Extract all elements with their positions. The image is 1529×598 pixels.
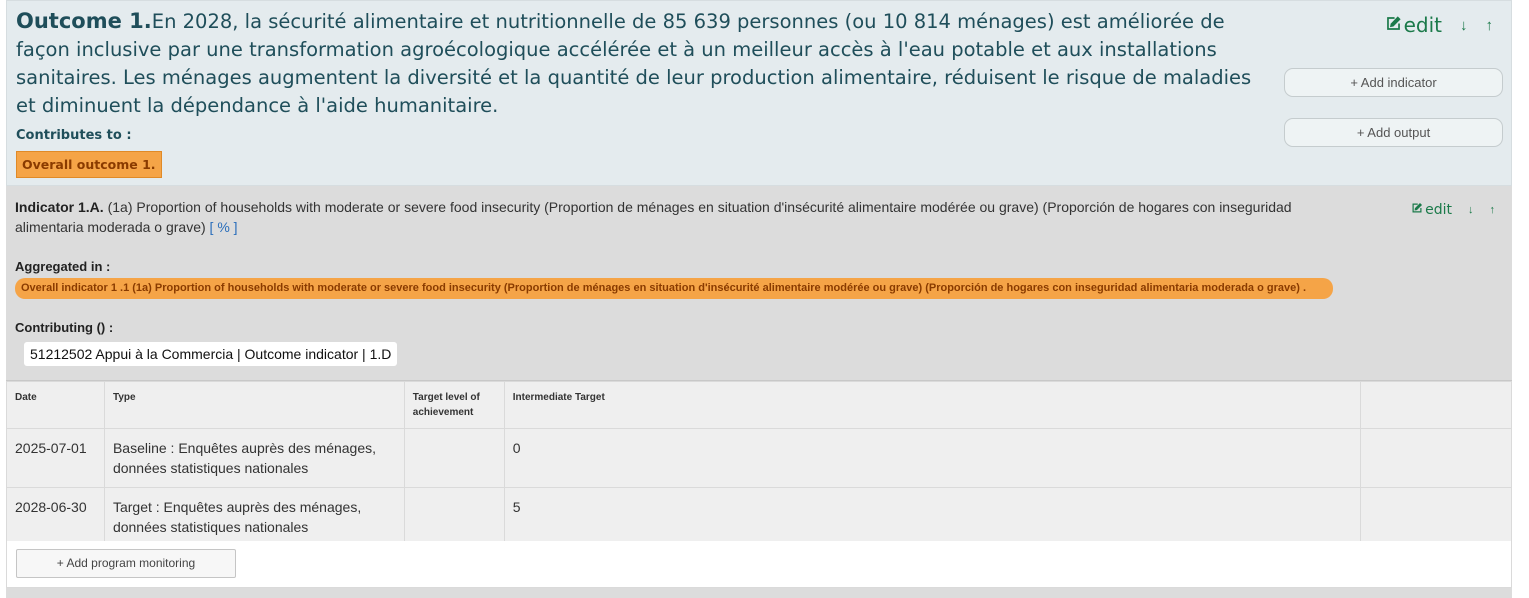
indicator-text: (1a) Proportion of households with moder…	[15, 199, 1292, 235]
table-row: 2025-07-01 Baseline : Enquêtes auprès de…	[6, 428, 1512, 488]
indicator-edit-label: edit	[1425, 202, 1452, 218]
move-down-icon[interactable]: ↓	[1468, 204, 1474, 216]
move-down-icon[interactable]: ↓	[1460, 17, 1468, 34]
row-intermediate-target: 5	[503, 487, 1362, 547]
table-header-row: Date Type Target level of achievement In…	[6, 381, 1512, 429]
indicator-panel: Indicator 1.A. (1a) Proportion of househ…	[6, 186, 1512, 381]
outcome-edit-label: edit	[1403, 13, 1442, 37]
column-header-extra	[1360, 381, 1512, 429]
row-type: Baseline : Enquêtes auprès des ménages, …	[103, 428, 405, 488]
monitoring-table: Date Type Target level of achievement In…	[6, 381, 1512, 547]
indicator-label: Indicator 1.A.	[15, 199, 104, 215]
contributes-to-label: Contributes to :	[16, 128, 132, 143]
indicator-actions: edit ↓ ↑	[1411, 202, 1495, 218]
indicator-unit: [ % ]	[209, 219, 238, 235]
row-extra	[1360, 428, 1512, 488]
add-output-button[interactable]: + Add output	[1284, 118, 1503, 147]
outcome-label: Outcome 1.	[16, 9, 152, 33]
add-indicator-button[interactable]: + Add indicator	[1284, 68, 1503, 97]
column-header-type: Type	[103, 381, 405, 429]
table-row: 2028-06-30 Target : Enquêtes auprès des …	[6, 487, 1512, 547]
column-header-intermediate-target: Intermediate Target	[503, 381, 1362, 429]
row-target-level	[403, 487, 505, 547]
contributing-label: Contributing () :	[15, 320, 114, 335]
add-program-monitoring-button[interactable]: + Add program monitoring	[16, 549, 236, 578]
indicator-edit-button[interactable]: edit	[1411, 202, 1452, 218]
row-intermediate-target: 0	[503, 428, 1362, 488]
outcome-actions: edit ↓ ↑	[1385, 13, 1493, 37]
outcome-text: En 2028, la sécurité alimentaire et nutr…	[16, 10, 1252, 117]
add-monitoring-row: + Add program monitoring	[6, 541, 1512, 588]
move-up-icon[interactable]: ↑	[1486, 17, 1494, 34]
overall-outcome-tag[interactable]: Overall outcome 1.	[16, 151, 162, 178]
next-section-strip	[6, 588, 1512, 598]
outcome-description: Outcome 1.En 2028, la sécurité alimentai…	[16, 7, 1276, 120]
outcome-edit-button[interactable]: edit	[1385, 13, 1442, 37]
move-up-icon[interactable]: ↑	[1490, 204, 1496, 216]
row-date: 2028-06-30	[6, 487, 105, 547]
edit-icon	[1411, 202, 1423, 218]
row-extra	[1360, 487, 1512, 547]
column-header-date: Date	[6, 381, 105, 429]
row-type: Target : Enquêtes auprès des ménages, do…	[103, 487, 405, 547]
edit-icon	[1385, 13, 1402, 37]
indicator-description: Indicator 1.A. (1a) Proportion of househ…	[15, 197, 1315, 237]
row-date: 2025-07-01	[6, 428, 105, 488]
aggregated-indicator-tag[interactable]: Overall indicator 1 .1 (1a) Proportion o…	[15, 278, 1333, 299]
aggregated-in-label: Aggregated in :	[15, 259, 111, 274]
row-target-level	[403, 428, 505, 488]
outcome-panel: Outcome 1.En 2028, la sécurité alimentai…	[6, 0, 1512, 186]
column-header-target-level: Target level of achievement	[403, 381, 505, 429]
contributing-item[interactable]: 51212502 Appui à la Commercia | Outcome …	[24, 342, 398, 366]
right-margin	[1512, 186, 1529, 598]
